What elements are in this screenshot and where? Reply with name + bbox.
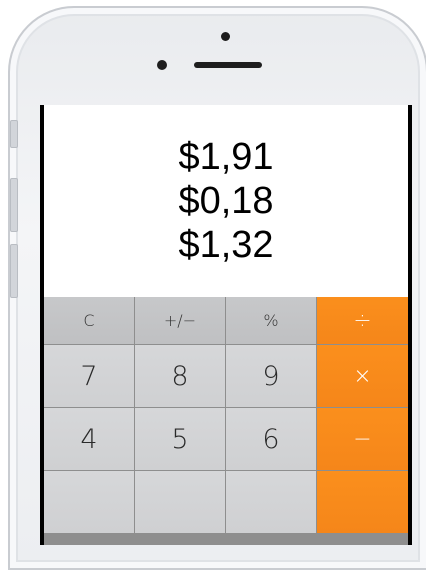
multiply-button[interactable]: × [317,345,408,407]
digit-7-button[interactable]: 7 [44,345,134,407]
subtract-button[interactable]: − [317,408,408,470]
front-camera-icon [221,32,230,41]
clear-button[interactable]: C [44,297,134,344]
mute-switch [10,120,18,148]
plus-minus-button[interactable]: +/− [135,297,225,344]
screen: $1,91 $0,18 $1,32 C +/− % ÷ 7 8 9 × 4 5 … [40,105,412,545]
digit-2-button[interactable] [135,471,225,533]
keypad: C +/− % ÷ 7 8 9 × 4 5 6 − [44,297,408,545]
calculator-display: $1,91 $0,18 $1,32 [44,105,408,297]
earpiece-speaker-icon [194,62,262,68]
divide-button[interactable]: ÷ [317,297,408,344]
digit-6-button[interactable]: 6 [226,408,316,470]
add-button[interactable] [317,471,408,533]
proximity-sensor-icon [157,60,167,70]
percent-button[interactable]: % [226,297,316,344]
digit-9-button[interactable]: 9 [226,345,316,407]
display-line: $1,91 [178,136,274,178]
display-line: $1,32 [178,224,274,266]
digit-3-button[interactable] [226,471,316,533]
volume-down-button [10,244,18,298]
digit-4-button[interactable]: 4 [44,408,134,470]
digit-5-button[interactable]: 5 [135,408,225,470]
digit-8-button[interactable]: 8 [135,345,225,407]
phone-frame: $1,91 $0,18 $1,32 C +/− % ÷ 7 8 9 × 4 5 … [8,6,426,570]
display-line: $0,18 [178,180,274,222]
digit-1-button[interactable] [44,471,134,533]
volume-up-button [10,178,18,232]
